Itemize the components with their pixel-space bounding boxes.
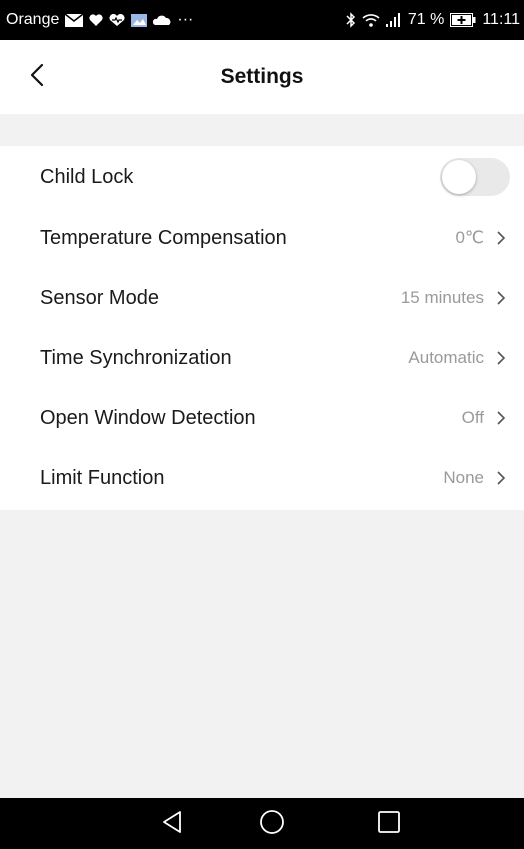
chevron-right-icon	[496, 409, 510, 427]
status-bar: Orange ··· 71 % 11:11	[0, 0, 524, 40]
setting-value: 0℃	[455, 228, 484, 247]
setting-row-temperature-compensation[interactable]: Temperature Compensation 0℃	[0, 208, 524, 268]
circle-home-icon	[259, 809, 285, 840]
image-icon	[131, 13, 148, 27]
toggle-knob	[442, 160, 476, 194]
square-recents-icon	[377, 810, 401, 839]
page-title: Settings	[220, 65, 304, 88]
section-spacer	[0, 114, 524, 146]
battery-percent: 71 %	[407, 11, 445, 28]
setting-row-open-window-detection[interactable]: Open Window Detection Off	[0, 388, 524, 448]
setting-value: Off	[461, 408, 484, 427]
chevron-right-icon	[496, 289, 510, 307]
setting-row-sensor-mode[interactable]: Sensor Mode 15 minutes	[0, 268, 524, 328]
clock: 11:11	[482, 11, 520, 28]
carrier-name: Orange	[6, 11, 60, 28]
setting-label: Temperature Compensation	[40, 226, 287, 249]
setting-label: Child Lock	[40, 165, 134, 188]
setting-row-child-lock: Child Lock	[0, 146, 524, 208]
settings-list: Child Lock Temperature Compensation 0℃ S…	[0, 146, 524, 510]
wifi-icon	[362, 13, 380, 27]
mail-icon	[65, 13, 84, 27]
bluetooth-icon	[346, 12, 356, 28]
status-bar-right: 71 % 11:11	[346, 11, 520, 29]
cloud-icon	[153, 14, 171, 26]
nav-recents-button[interactable]	[375, 810, 403, 838]
chevron-right-icon	[496, 229, 510, 247]
signal-icon	[385, 13, 402, 27]
setting-label: Sensor Mode	[40, 286, 159, 309]
chevron-right-icon	[496, 469, 510, 487]
child-lock-toggle[interactable]	[440, 158, 510, 196]
heart-icon	[89, 13, 103, 27]
heart-icon	[109, 13, 125, 27]
setting-label: Open Window Detection	[40, 406, 256, 429]
battery-charging-icon	[450, 13, 476, 27]
more-notifications: ···	[177, 11, 194, 28]
header: Settings	[0, 40, 524, 114]
nav-back-button[interactable]	[158, 810, 186, 838]
setting-row-limit-function[interactable]: Limit Function None	[0, 448, 524, 508]
setting-label: Time Synchronization	[40, 346, 232, 369]
chevron-right-icon	[496, 349, 510, 367]
triangle-back-icon	[161, 810, 183, 839]
setting-value: 15 minutes	[400, 288, 484, 307]
setting-value: None	[443, 468, 484, 487]
nav-home-button[interactable]	[258, 809, 286, 840]
setting-value: Automatic	[408, 348, 484, 367]
setting-row-time-synchronization[interactable]: Time Synchronization Automatic	[0, 328, 524, 388]
status-bar-left: Orange ···	[6, 11, 193, 29]
navigation-bar	[0, 798, 524, 849]
setting-label: Limit Function	[40, 466, 165, 489]
